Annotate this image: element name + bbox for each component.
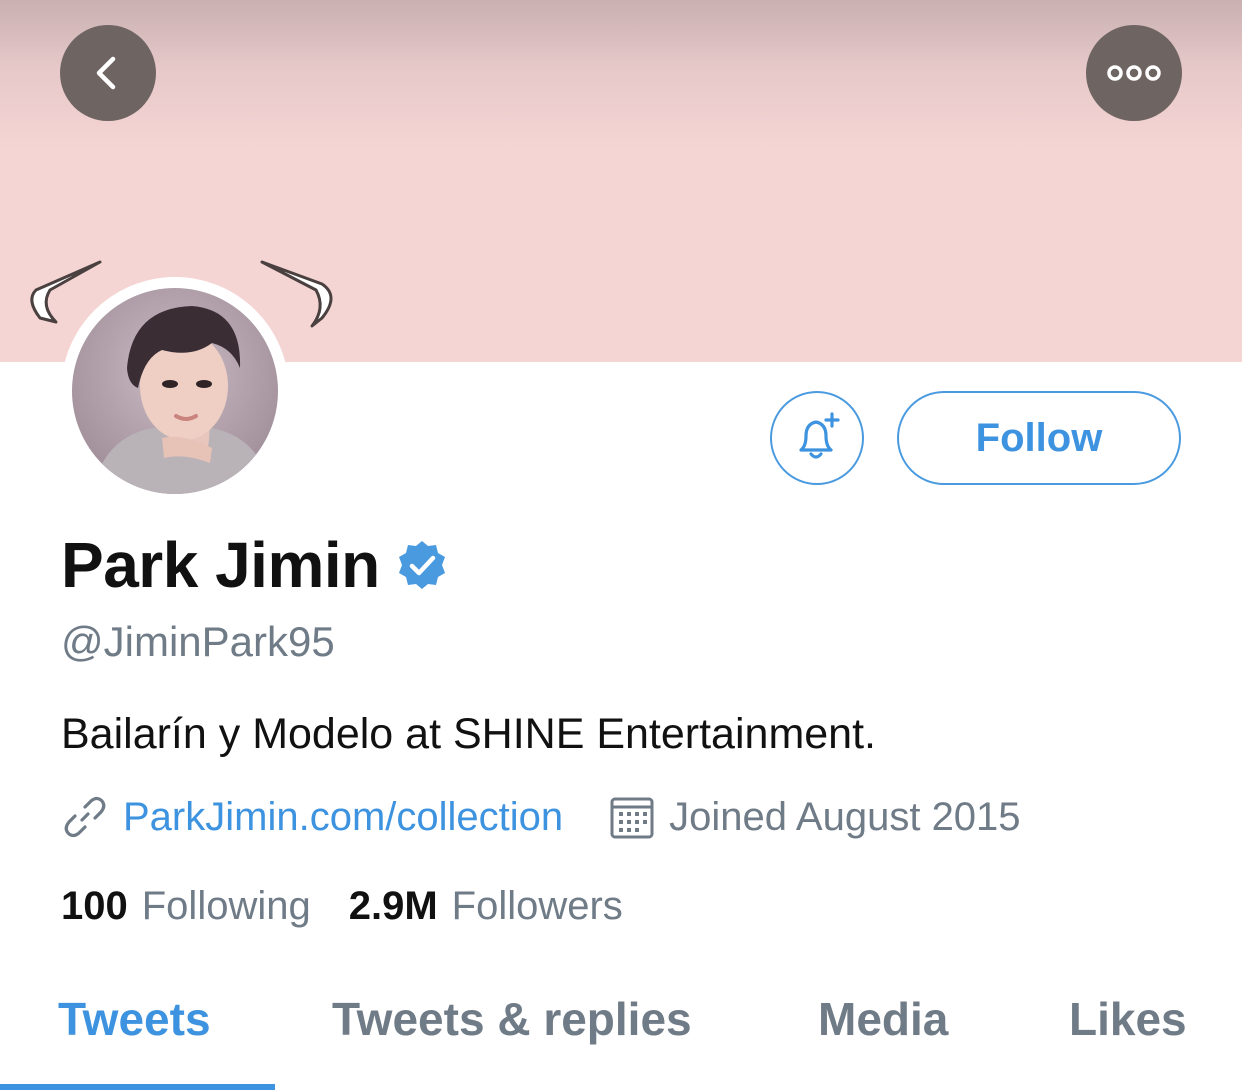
notifications-button[interactable] bbox=[770, 391, 864, 485]
profile-name-row: Park Jimin bbox=[61, 528, 448, 602]
calendar-icon bbox=[610, 797, 654, 839]
follow-button[interactable]: Follow bbox=[897, 391, 1181, 485]
more-horizontal-icon bbox=[1107, 65, 1161, 81]
following-stat[interactable]: 100 Following bbox=[61, 884, 311, 929]
active-tab-indicator bbox=[0, 1084, 275, 1090]
link-icon bbox=[64, 796, 106, 838]
following-count: 100 bbox=[61, 884, 128, 928]
chevron-left-icon bbox=[96, 56, 116, 90]
profile-bio: Bailarín y Modelo at SHINE Entertainment… bbox=[61, 710, 876, 758]
tab-media[interactable]: Media bbox=[818, 992, 948, 1046]
more-options-button[interactable] bbox=[1086, 25, 1182, 121]
profile-website-link[interactable]: ParkJimin.com/collection bbox=[123, 795, 563, 840]
verified-badge-icon bbox=[398, 541, 445, 589]
tab-tweets-replies[interactable]: Tweets & replies bbox=[332, 992, 692, 1046]
follow-stats: 100 Following 2.9M Followers bbox=[61, 884, 623, 929]
bell-plus-icon bbox=[799, 412, 840, 459]
avatar-photo bbox=[72, 288, 278, 494]
following-label: Following bbox=[141, 884, 311, 928]
joined-date: Joined August 2015 bbox=[609, 794, 1021, 840]
tab-tweets[interactable]: Tweets bbox=[58, 992, 211, 1046]
followers-count: 2.9M bbox=[348, 884, 438, 928]
profile-handle: @JiminPark95 bbox=[61, 618, 335, 665]
joined-date-text: Joined August 2015 bbox=[669, 794, 1021, 839]
tab-likes[interactable]: Likes bbox=[1069, 992, 1187, 1046]
followers-label: Followers bbox=[451, 884, 623, 928]
profile-meta-row: ParkJimin.com/collection Joined August 2… bbox=[61, 793, 1021, 841]
avatar[interactable] bbox=[72, 288, 278, 494]
followers-stat[interactable]: 2.9M Followers bbox=[349, 884, 623, 929]
profile-display-name: Park Jimin bbox=[61, 529, 380, 601]
back-button[interactable] bbox=[60, 25, 156, 121]
